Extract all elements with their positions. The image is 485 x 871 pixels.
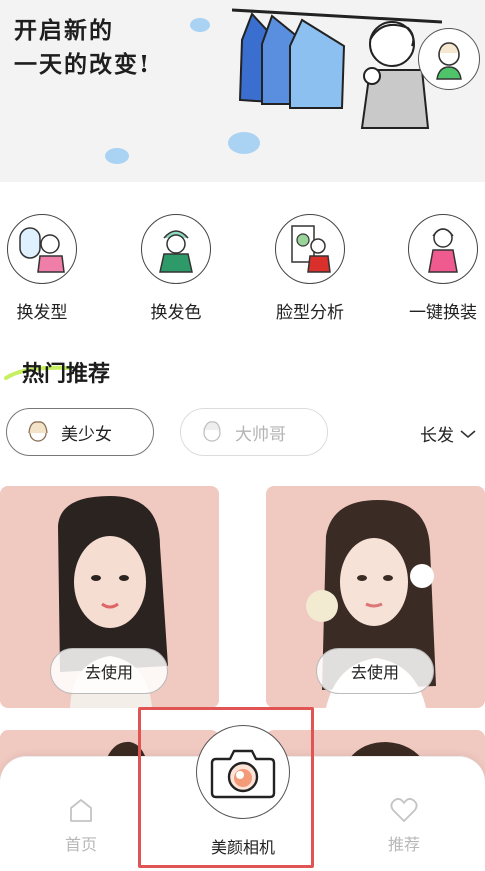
highlight-box: [138, 707, 314, 868]
feature-label: 脸型分析: [276, 303, 344, 323]
face-analysis-icon: [291, 225, 331, 273]
use-button[interactable]: 去使用: [316, 648, 434, 694]
feature-change-hair-color[interactable]: 换发色: [131, 214, 221, 323]
home-icon: [70, 799, 92, 822]
feature-label: 换发色: [150, 303, 202, 323]
mirror-hairstyle-icon: [19, 227, 65, 273]
heart-icon: [390, 798, 418, 822]
nav-recommend[interactable]: 推荐: [374, 795, 434, 855]
feature-icon-circle: [408, 214, 478, 284]
filter-chip-male[interactable]: 大帅哥: [180, 408, 328, 456]
decor-dot: [105, 148, 129, 164]
hair-dye-icon: [159, 230, 193, 273]
feature-change-hairstyle[interactable]: 换发型: [0, 214, 87, 323]
decor-dot: [190, 18, 210, 32]
filter-chip-label: 美少女: [61, 424, 112, 445]
nav-recommend-label: 推荐: [387, 835, 420, 854]
nav-home[interactable]: 首页: [51, 795, 111, 855]
boy-avatar-icon: [203, 421, 221, 442]
hairstyle-card[interactable]: 去使用: [266, 486, 485, 708]
feature-one-click-outfit[interactable]: 一键换装: [398, 214, 485, 323]
girl-avatar-icon: [28, 421, 48, 442]
hero-banner: 开启新的 一天的改变!: [0, 0, 485, 182]
sort-label: 长发: [420, 426, 454, 446]
nav-home-label: 首页: [64, 835, 97, 854]
feature-label: 一键换装: [409, 303, 477, 323]
chevron-down-icon: [460, 429, 476, 438]
avatar-button[interactable]: [418, 28, 480, 90]
use-button-label: 去使用: [350, 663, 399, 682]
use-button-label: 去使用: [84, 663, 133, 682]
feature-label: 换发型: [16, 303, 68, 323]
filter-chip-female[interactable]: 美少女: [6, 408, 154, 456]
hero-title-line2: 一天的改变!: [14, 51, 152, 78]
feature-face-analysis[interactable]: 脸型分析: [265, 214, 355, 323]
clothes-rack-illustration: [232, 8, 442, 129]
use-button[interactable]: 去使用: [50, 648, 168, 694]
feature-icon-circle: [275, 214, 345, 284]
avatar-icon: [436, 42, 462, 80]
hero-title: 开启新的 一天的改变!: [14, 14, 151, 82]
hero-title-line1: 开启新的: [14, 17, 114, 44]
feature-icon-circle: [7, 214, 77, 284]
hairstyle-card[interactable]: 去使用: [0, 486, 219, 708]
feature-row: 换发型 换发色 脸型分析 一键换装: [0, 214, 485, 324]
sort-dropdown[interactable]: 长发: [420, 421, 476, 446]
filter-chip-label: 大帅哥: [235, 424, 286, 445]
section-title: 热门推荐: [22, 362, 111, 387]
feature-icon-circle: [141, 214, 211, 284]
outfit-change-icon: [428, 228, 458, 273]
